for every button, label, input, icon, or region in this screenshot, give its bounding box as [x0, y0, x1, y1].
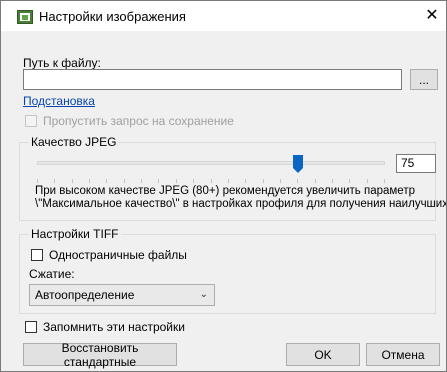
jpeg-hint-line-1: При высоком качестве JPEG (80+) рекоменд…	[35, 185, 415, 197]
slider-tick	[297, 179, 298, 183]
slider-tick	[106, 179, 107, 183]
remember-settings-label: Запомнить эти настройки	[43, 320, 185, 334]
compression-label: Сжатие:	[29, 267, 75, 281]
close-icon[interactable]: ✕	[421, 5, 443, 27]
file-path-input[interactable]	[23, 69, 402, 90]
slider-tick	[124, 179, 125, 183]
browse-button[interactable]: ...	[410, 69, 438, 90]
slider-tick	[263, 179, 264, 183]
slider-tick	[141, 179, 142, 183]
jpeg-quality-slider-thumb[interactable]	[293, 155, 303, 173]
jpeg-quality-input[interactable]: 75	[396, 154, 436, 173]
slider-tick	[211, 179, 212, 183]
jpeg-quality-value: 75	[401, 156, 415, 170]
slider-tick	[332, 179, 333, 183]
substitution-link[interactable]: Подстановка	[23, 94, 95, 108]
slider-tick	[349, 179, 350, 183]
single-page-checkbox[interactable]	[31, 249, 43, 261]
chevron-down-icon: ⌄	[199, 289, 208, 300]
jpeg-slider-ticks	[37, 179, 385, 183]
skip-save-prompt-label: Пропустить запрос на сохранение	[43, 114, 234, 128]
slider-tick	[245, 179, 246, 183]
slider-tick	[384, 179, 385, 183]
slider-tick	[315, 179, 316, 183]
file-path-label: Путь к файлу:	[23, 56, 101, 70]
jpeg-hint-line-2: \"Максимальное качество\" в настройках п…	[35, 198, 447, 210]
window-title: Настройки изображения	[39, 9, 186, 24]
slider-tick	[176, 179, 177, 183]
skip-save-prompt-checkbox[interactable]	[25, 115, 37, 127]
restore-defaults-button[interactable]: Восстановить стандартные	[23, 341, 177, 369]
slider-tick	[37, 179, 38, 183]
image-app-icon	[17, 10, 33, 24]
slider-tick	[280, 179, 281, 183]
single-page-label: Одностраничные файлы	[49, 248, 187, 262]
slider-tick	[193, 179, 194, 183]
slider-tick	[158, 179, 159, 183]
remember-settings-checkbox[interactable]	[25, 321, 37, 333]
compression-value: Автоопределение	[35, 288, 135, 302]
ok-button[interactable]: OK	[286, 343, 360, 366]
slider-tick	[367, 179, 368, 183]
slider-tick	[54, 179, 55, 183]
jpeg-quality-track[interactable]	[37, 161, 385, 165]
cancel-button[interactable]: Отмена	[366, 343, 440, 366]
compression-select[interactable]: Автоопределение ⌄	[29, 284, 215, 306]
image-settings-dialog: Настройки изображения ✕ Путь к файлу: ..…	[0, 0, 447, 372]
slider-tick	[228, 179, 229, 183]
slider-tick	[72, 179, 73, 183]
tiff-group-title: Настройки TIFF	[29, 227, 121, 241]
jpeg-group-title: Качество JPEG	[29, 135, 119, 149]
slider-tick	[89, 179, 90, 183]
title-bar: Настройки изображения ✕	[1, 1, 446, 31]
